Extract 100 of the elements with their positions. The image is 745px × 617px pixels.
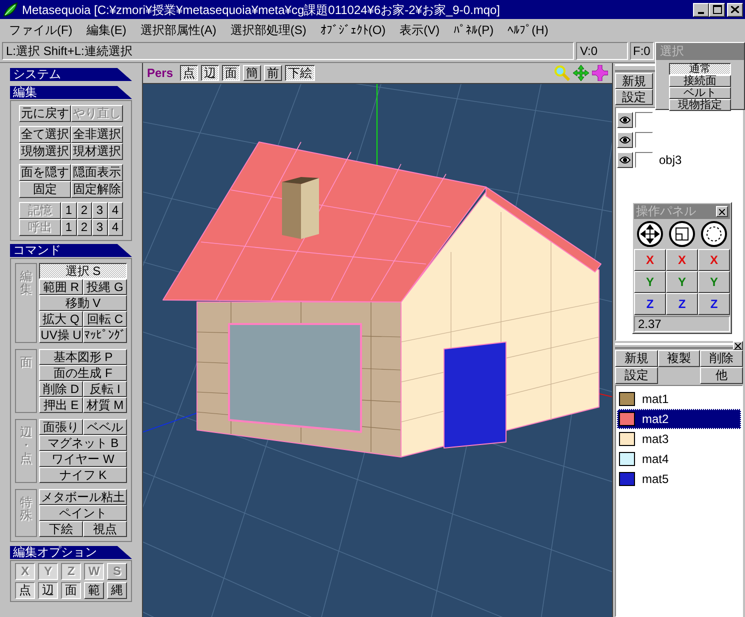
section-header[interactable]: コマンド [10,244,132,257]
command-button[interactable]: 基本図形 P [39,349,127,365]
command-button[interactable]: 選択 S [39,263,127,279]
edit-button[interactable]: 全非選択 [71,126,123,143]
maximize-icon [712,5,722,14]
view-toggle[interactable]: 面 [222,65,240,81]
status-hint: L:選択 Shift+L:連続選択 [2,42,574,60]
command-button[interactable]: 反転 I [83,381,127,397]
minimize-button[interactable] [693,2,709,16]
menu-item[interactable]: ｵﾌﾞｼﾞｪｸﾄ(O) [313,20,393,38]
command-button[interactable]: 削除 D [39,381,83,397]
option-toggle[interactable]: 範 [84,582,104,599]
command-button[interactable]: マグネット B [39,435,127,451]
command-button[interactable]: 材質 M [83,397,127,413]
edit-button[interactable]: 現材選択 [71,143,123,160]
command-button[interactable]: 視点 [83,521,127,537]
axis-button[interactable]: Z [698,293,730,315]
command-button[interactable]: 範囲 R [39,279,83,295]
command-button[interactable]: ペイント [39,505,127,521]
material-panel-button[interactable]: 複製 [658,350,700,367]
close-button[interactable] [716,206,728,217]
view-toggle[interactable]: 簡 [243,65,262,81]
move-tool-icon [637,221,663,247]
command-button[interactable]: 投縄 G [83,279,127,295]
section-header[interactable]: システム [10,68,132,81]
command-button[interactable]: ナイフ K [39,467,127,483]
command-button[interactable]: 拡大 Q [39,311,83,327]
menu-item[interactable]: 選択部属性(A) [133,20,224,38]
vertex-count: V:0 [576,42,628,60]
object-panel-button[interactable]: 新規 [615,73,653,89]
group-label: 編集 [20,270,32,298]
command-button[interactable]: 下絵 [39,521,83,537]
edit-button[interactable]: 全て選択 [19,126,71,143]
memory-label: 呼出 [19,219,61,236]
group-label: 特殊 [20,496,32,524]
object-panel-button[interactable]: 設定 [615,89,653,105]
face-count: F:0 [630,42,654,60]
selection-mode-button[interactable]: 接続面 [669,75,731,87]
material-panel-button[interactable]: 新規 [615,350,658,367]
command-button[interactable]: 押出 E [39,397,83,413]
menu-item[interactable]: ﾊﾟﾈﾙ(P) [446,20,501,38]
maximize-button[interactable] [709,2,725,16]
selection-mode-button[interactable]: 通常 [669,63,731,75]
edit-button[interactable]: 面を隠す [19,164,71,181]
eye-icon [619,115,631,125]
material-panel-button[interactable]: 設定 [615,367,658,384]
option-toggle[interactable]: 点 [15,582,35,599]
object-name[interactable]: obj3 [659,151,682,169]
rotate-view-icon[interactable] [592,65,608,81]
menu-item[interactable]: ファイル(F) [2,20,80,38]
command-button[interactable]: 面張り [39,419,83,435]
edit-button[interactable]: 元に戻す [19,105,71,122]
visibility-toggle[interactable] [617,132,633,148]
command-button[interactable]: UV操 U [39,327,83,343]
axis-button[interactable]: Z [634,293,666,315]
edit-button[interactable]: 現物選択 [19,143,71,160]
section-header[interactable]: 編集オプション [10,546,132,559]
visibility-toggle[interactable] [617,112,633,128]
move-view-icon[interactable] [573,65,589,81]
command-button[interactable]: ﾏｯﾋﾟﾝｸﾞ [83,327,127,343]
view-toggle[interactable]: 点 [180,65,198,81]
command-button[interactable]: 回転 C [83,311,127,327]
panel-grip[interactable] [615,342,733,348]
scale-tool-icon [669,221,695,247]
tool-button[interactable] [698,219,730,249]
command-button[interactable]: 移動 V [39,295,127,311]
material-panel-button[interactable]: 他 [700,367,743,384]
command-button[interactable]: メタボール粘土 [39,489,127,505]
close-icon [731,6,739,13]
panel-title: 操作パネル [636,204,696,219]
section-header[interactable]: 編集 [10,86,132,99]
view-toggle[interactable]: 下絵 [285,65,316,81]
tool-button[interactable] [634,219,666,249]
menu-item[interactable]: 表示(V) [392,20,447,38]
command-button[interactable]: 面の生成 F [39,365,127,381]
view-toggle[interactable]: 辺 [201,65,220,81]
menu-item[interactable]: 選択部処理(S) [223,20,314,38]
command-button[interactable]: ワイヤー W [39,451,127,467]
visibility-toggle[interactable] [617,152,633,168]
edit-button[interactable]: 隠面表示 [71,164,123,181]
menu-item[interactable]: ﾍﾙﾌﾟ(H) [500,20,556,38]
axis-button[interactable]: Z [666,293,698,315]
menu-item[interactable]: 編集(E) [79,20,134,38]
option-toggle[interactable]: 縄 [107,582,127,599]
selection-mode-button[interactable]: 現物指定 [669,99,731,111]
view-toggle[interactable]: 前 [264,65,282,81]
option-toggle[interactable]: 面 [61,582,81,599]
close-icon [735,342,741,348]
material-panel-button[interactable]: 削除 [700,350,743,367]
close-button[interactable] [733,341,743,350]
material-row[interactable]: mat2 [617,409,741,429]
selection-mode-button[interactable]: ベルト [669,87,731,99]
panel-title: 選択 [656,43,744,60]
app-logo-icon [2,2,18,18]
group-label: 辺・点 [20,426,32,468]
edit-button[interactable]: 固定 [19,181,71,198]
command-button[interactable]: ベベル [83,419,127,435]
close-button[interactable] [727,2,743,16]
option-toggle[interactable]: 辺 [38,582,58,599]
edit-button[interactable]: 固定解除 [71,181,123,198]
